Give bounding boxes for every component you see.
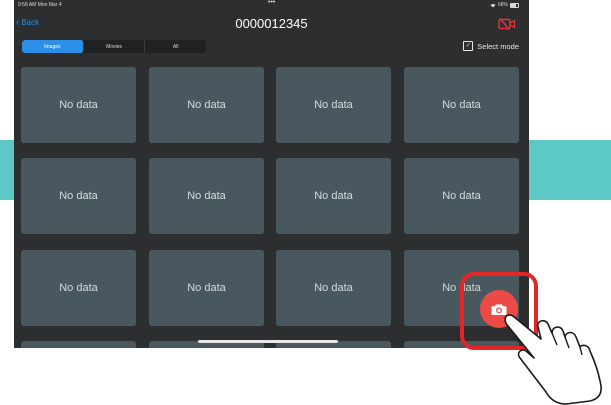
multitask-dots: ••• <box>268 0 276 6</box>
thumbnail-tile[interactable]: No data <box>21 250 136 326</box>
thumbnail-tile[interactable]: No data <box>149 67 264 143</box>
segment-images[interactable]: Images <box>22 40 84 53</box>
pointing-hand-icon <box>504 314 602 405</box>
status-indicators: 68% <box>490 2 519 8</box>
thumbnail-tile[interactable]: No data <box>21 158 136 234</box>
select-mode-toggle[interactable]: ✓ Select mode <box>463 41 519 51</box>
status-bar: 9:58 AM Mon Mar 4 ••• 68% <box>14 0 529 10</box>
status-time: 9:58 AM Mon Mar 4 <box>18 2 62 8</box>
checkbox-checked-icon[interactable]: ✓ <box>463 41 474 51</box>
thumbnail-tile-partial[interactable] <box>21 341 136 348</box>
camera-off-icon[interactable] <box>498 17 516 31</box>
thumbnail-tile[interactable]: No data <box>404 158 519 234</box>
thumbnail-tile[interactable]: No data <box>149 158 264 234</box>
thumbnail-tile[interactable]: No data <box>21 67 136 143</box>
thumbnail-tile[interactable]: No data <box>149 250 264 326</box>
navigation-bar: ‹ Back 0000012345 <box>14 10 529 36</box>
thumbnail-tile[interactable]: No data <box>276 158 391 234</box>
wifi-icon <box>490 3 496 7</box>
segment-all[interactable]: All <box>145 40 206 53</box>
select-mode-label: Select mode <box>477 41 519 51</box>
thumbnail-grid: No data No data No data No data No data … <box>21 67 519 348</box>
thumbnail-tile[interactable]: No data <box>276 67 391 143</box>
thumbnail-tile[interactable]: No data <box>404 67 519 143</box>
page-title: 0000012345 <box>235 16 308 31</box>
battery-percent: 68% <box>497 2 508 8</box>
decorative-band-right <box>529 140 611 200</box>
tablet-screen: 9:58 AM Mon Mar 4 ••• 68% ‹ Back 0000012… <box>14 0 529 348</box>
thumbnail-tile[interactable]: No data <box>276 250 391 326</box>
home-indicator <box>198 340 338 343</box>
segment-movies[interactable]: Movies <box>84 40 146 53</box>
battery-icon <box>510 2 519 8</box>
decorative-band-left <box>0 140 14 200</box>
media-type-segmented-control: Images Movies All <box>22 40 206 53</box>
